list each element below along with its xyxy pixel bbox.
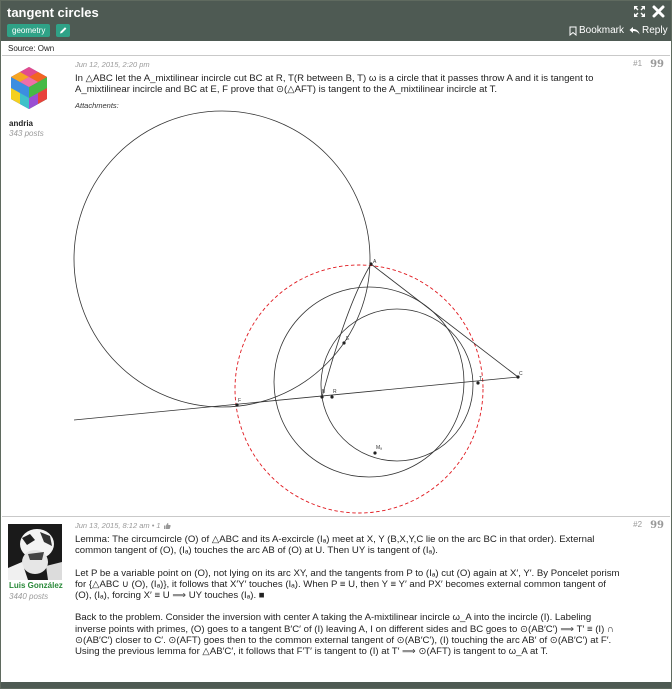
point-r	[330, 395, 334, 399]
post-2: Luis González 3440 posts Jun 13, 2015, 8…	[2, 518, 670, 681]
topic-source: Source: Own	[8, 44, 55, 53]
solution-paragraph: Back to the problem. Consider the invers…	[75, 612, 614, 658]
proof-paragraph: Let P be a variable point on (O), not ly…	[75, 567, 620, 602]
circle-aft-dashed	[234, 264, 484, 514]
label-t: T	[479, 376, 482, 382]
divider	[2, 516, 670, 517]
label-b: B	[322, 389, 326, 395]
bookmark-button[interactable]: Bookmark	[569, 25, 624, 36]
circumcircle-abc	[273, 286, 465, 478]
topic-title: tangent circles	[7, 5, 99, 20]
topic-window: tangent circles geometry Bookmark Reply …	[0, 0, 672, 689]
point-ma	[373, 451, 377, 455]
bottom-bar	[1, 682, 671, 688]
post-1: andria 343 posts Jun 12, 2015, 2:20 pm #…	[2, 57, 670, 516]
post-number[interactable]: #2	[633, 520, 642, 531]
post-body: Lemma: The circumcircle (O) of △ABC and …	[75, 534, 620, 669]
post-date-text: Jun 13, 2015, 8:12 am • 1	[75, 521, 161, 530]
label-r: R	[333, 389, 337, 395]
close-icon[interactable]	[652, 5, 665, 18]
edit-tags-button[interactable]	[56, 24, 70, 37]
bookmark-label: Bookmark	[579, 25, 625, 36]
quote-icon[interactable]: 99	[650, 520, 664, 531]
lemma-paragraph: Lemma: The circumcircle (O) of △ABC and …	[75, 534, 595, 557]
reply-button[interactable]: Reply	[629, 25, 668, 36]
label-a: A	[373, 259, 377, 265]
reply-label: Reply	[642, 25, 668, 36]
bookmark-icon	[569, 26, 577, 36]
topic-header: tangent circles geometry Bookmark Reply	[1, 1, 671, 41]
figure-geometry	[73, 110, 519, 514]
post-date[interactable]: Jun 13, 2015, 8:12 am • 1	[75, 521, 171, 530]
like-icon[interactable]	[163, 522, 171, 530]
label-f: F	[238, 398, 241, 404]
label-ma: Mₐ	[376, 445, 382, 451]
line-bc	[73, 376, 519, 421]
divider	[2, 55, 670, 56]
tag-geometry[interactable]: geometry	[7, 24, 51, 37]
post-number-group: #2 99	[633, 520, 664, 531]
circle-omega	[73, 110, 371, 408]
segment-ac	[370, 263, 519, 378]
expand-icon[interactable]	[633, 5, 646, 18]
geometry-figure: A E B R F T C Mₐ	[73, 110, 523, 514]
label-e: E	[346, 336, 350, 342]
point-b	[320, 395, 324, 399]
pencil-icon	[60, 27, 67, 34]
label-c: C	[519, 371, 523, 377]
segment-ab	[321, 263, 372, 398]
window-controls	[633, 5, 665, 18]
post-count: 3440 posts	[9, 592, 49, 601]
avatar[interactable]	[8, 524, 62, 585]
mixtilinear-incircle	[320, 308, 474, 462]
username[interactable]: Luis González	[9, 581, 63, 590]
reply-icon	[629, 27, 640, 35]
